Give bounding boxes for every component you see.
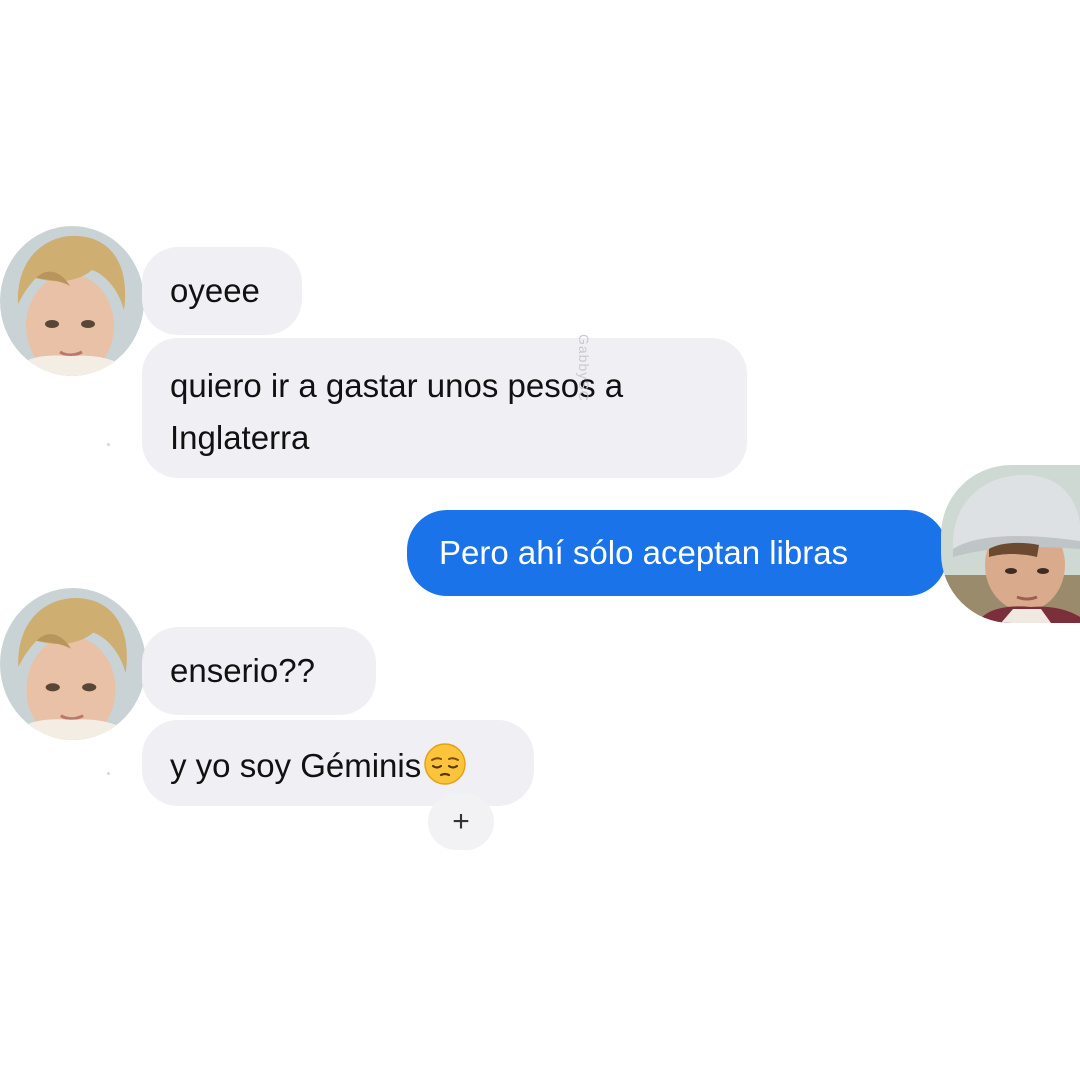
pensive-face-icon bbox=[423, 742, 467, 786]
watermark: GabbySC bbox=[576, 334, 592, 402]
outgoing-message[interactable]: Pero ahí sólo aceptan libras bbox=[407, 510, 947, 596]
message-status-dot bbox=[107, 772, 110, 775]
message-text-line: Inglaterra bbox=[170, 419, 310, 456]
message-status-dot bbox=[107, 443, 110, 446]
message-text: enserio?? bbox=[170, 652, 315, 689]
message-text: oyeee bbox=[170, 272, 260, 309]
incoming-message[interactable]: oyeee bbox=[142, 247, 302, 335]
friend-avatar-image bbox=[0, 226, 144, 376]
friend-avatar[interactable] bbox=[0, 588, 146, 740]
chat-thread: oyeee quiero ir a gastar unos pesos a In… bbox=[0, 0, 1080, 1080]
message-text: y yo soy Géminis bbox=[170, 747, 422, 784]
add-reaction-button[interactable]: + bbox=[428, 794, 494, 850]
incoming-message[interactable]: y yo soy Géminis bbox=[142, 720, 534, 806]
incoming-message[interactable]: enserio?? bbox=[142, 627, 376, 715]
my-avatar-image bbox=[941, 465, 1080, 623]
incoming-message[interactable]: quiero ir a gastar unos pesos a Inglater… bbox=[142, 338, 747, 478]
my-avatar[interactable] bbox=[941, 465, 1080, 623]
friend-avatar[interactable] bbox=[0, 226, 144, 376]
plus-icon: + bbox=[452, 805, 470, 838]
message-text-line: quiero ir a gastar unos pesos a bbox=[170, 367, 624, 404]
message-text: Pero ahí sólo aceptan libras bbox=[439, 534, 849, 571]
friend-avatar-image bbox=[0, 588, 146, 740]
